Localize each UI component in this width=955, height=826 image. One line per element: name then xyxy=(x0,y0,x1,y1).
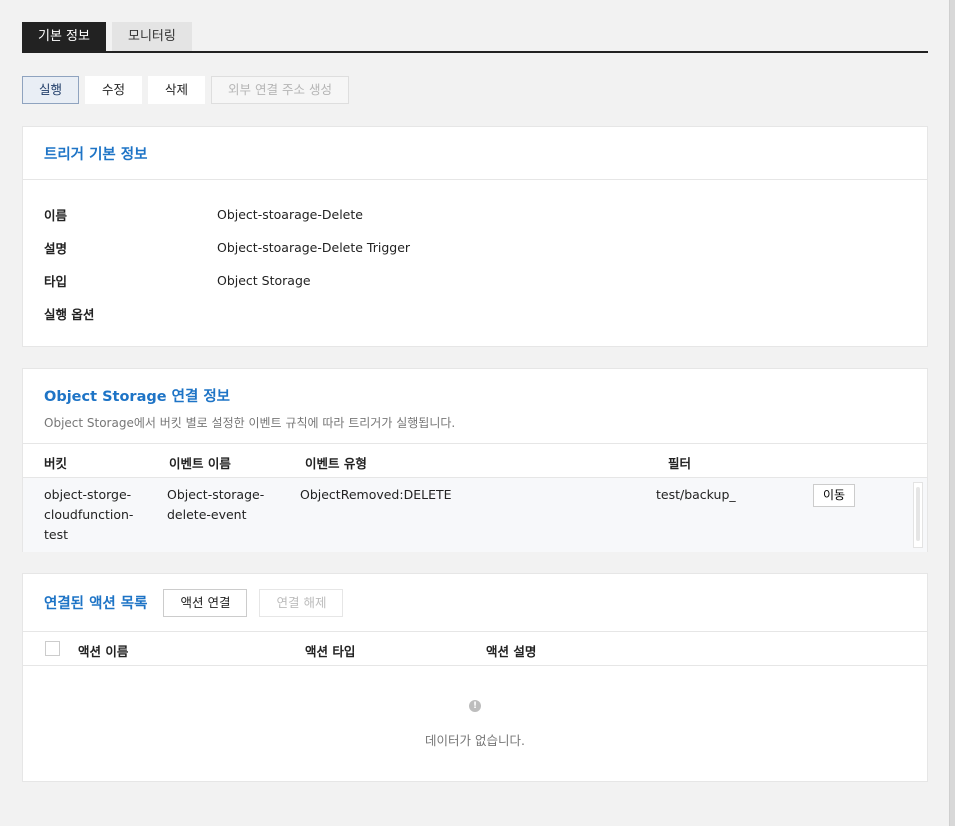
scrollbar-thumb[interactable] xyxy=(916,487,920,541)
trigger-info-header: 트리거 기본 정보 xyxy=(23,127,927,180)
run-button[interactable]: 실행 xyxy=(22,76,80,104)
connect-action-button[interactable]: 액션 연결 xyxy=(163,588,248,617)
filter-cell: test/backup_ xyxy=(656,487,736,502)
column-event-type: 이벤트 유형 xyxy=(305,456,367,471)
tab-monitoring[interactable]: 모니터링 xyxy=(111,22,192,51)
trigger-detail-page: 기본 정보 모니터링 실행 수정 삭제 외부 연결 주소 생성 트리거 기본 정… xyxy=(22,22,928,782)
event-type-cell: ObjectRemoved:DELETE xyxy=(300,487,452,502)
bucket-cell: object-storge- cloudfunction- test xyxy=(44,487,134,542)
column-action-description: 액션 설명 xyxy=(486,644,537,659)
connected-actions-header: 연결된 액션 목록 액션 연결 연결 해제 xyxy=(23,574,927,632)
trigger-info-title: 트리거 기본 정보 xyxy=(44,146,148,163)
storage-connection-header: Object Storage 연결 정보 Object Storage에서 버킷… xyxy=(23,369,927,444)
column-action-name: 액션 이름 xyxy=(78,644,129,659)
info-row-name: 이름 Object-stoarage-Delete xyxy=(23,198,927,231)
event-name-cell: Object-storage- delete-event xyxy=(167,487,265,522)
connected-actions-title: 연결된 액션 목록 xyxy=(44,596,148,612)
select-all-checkbox[interactable] xyxy=(45,641,60,656)
storage-connection-card: Object Storage 연결 정보 Object Storage에서 버킷… xyxy=(22,368,928,552)
info-value: Object Storage xyxy=(217,273,311,288)
create-external-url-button[interactable]: 외부 연결 주소 생성 xyxy=(211,76,349,104)
info-label: 이름 xyxy=(44,208,68,223)
storage-connection-subtitle: Object Storage에서 버킷 별로 설정한 이벤트 규칙에 따라 트리… xyxy=(44,416,456,430)
info-row-run-options: 실행 옵션 xyxy=(23,297,927,330)
toolbar: 실행 수정 삭제 외부 연결 주소 생성 xyxy=(22,76,928,104)
connected-actions-card: 연결된 액션 목록 액션 연결 연결 해제 액션 이름 액션 타입 액션 설명 … xyxy=(22,573,928,782)
info-row-type: 타입 Object Storage xyxy=(23,264,927,297)
empty-state: ! 데이터가 없습니다. xyxy=(23,666,927,782)
tab-bar: 기본 정보 모니터링 xyxy=(22,22,928,53)
move-button[interactable]: 이동 xyxy=(813,484,856,507)
info-label: 설명 xyxy=(44,241,68,256)
table-scrollbar[interactable] xyxy=(913,482,923,548)
edit-button[interactable]: 수정 xyxy=(85,76,143,104)
trigger-info-card: 트리거 기본 정보 이름 Object-stoarage-Delete 설명 O… xyxy=(22,126,928,347)
column-filter: 필터 xyxy=(668,456,692,471)
window-scrollbar[interactable] xyxy=(949,0,955,826)
info-label: 실행 옵션 xyxy=(44,307,95,322)
disconnect-action-button[interactable]: 연결 해제 xyxy=(259,588,344,617)
info-value: Object-stoarage-Delete Trigger xyxy=(217,240,411,255)
delete-button[interactable]: 삭제 xyxy=(148,76,206,104)
column-action-type: 액션 타입 xyxy=(305,644,356,659)
column-bucket: 버킷 xyxy=(44,456,68,471)
info-icon: ! xyxy=(469,699,481,712)
info-value: Object-stoarage-Delete xyxy=(217,207,363,222)
info-row-description: 설명 Object-stoarage-Delete Trigger xyxy=(23,231,927,264)
actions-table-header: 액션 이름 액션 타입 액션 설명 xyxy=(23,632,927,666)
storage-connection-title: Object Storage 연결 정보 xyxy=(44,389,231,405)
empty-message: 데이터가 없습니다. xyxy=(425,732,525,748)
trigger-info-rows: 이름 Object-stoarage-Delete 설명 Object-stoa… xyxy=(23,180,927,330)
tab-basic-info[interactable]: 기본 정보 xyxy=(22,22,106,51)
table-row: object-storge- cloudfunction- test Objec… xyxy=(23,478,927,552)
storage-table-header: 버킷 이벤트 이름 이벤트 유형 필터 xyxy=(23,444,927,478)
info-label: 타입 xyxy=(44,274,68,289)
column-event-name: 이벤트 이름 xyxy=(169,456,231,471)
